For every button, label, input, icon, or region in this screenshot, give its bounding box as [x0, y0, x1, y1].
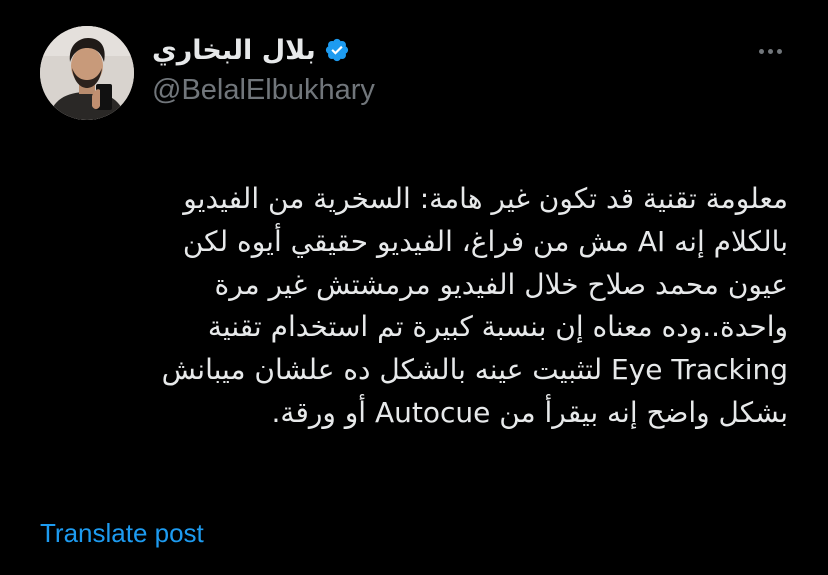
more-horizontal-icon [767, 48, 773, 54]
more-options-button[interactable] [750, 36, 790, 66]
translate-post-link[interactable]: Translate post [40, 518, 204, 549]
author-display-name[interactable]: بلال البخاري [152, 35, 316, 66]
verified-badge-icon [325, 38, 348, 62]
avatar[interactable] [40, 26, 134, 120]
more-horizontal-icon [776, 48, 782, 54]
post-text-line: بشكل واضح إنه بيقرأ من Autocue أو ورقة. [271, 395, 788, 429]
post-text-line: بالكلام إنه AI مش من فراغ، الفيديو حقيقي… [182, 224, 788, 258]
profile-photo-icon [40, 26, 134, 120]
post-text-line: معلومة تقنية قد تكون غير هامة: السخرية م… [183, 182, 788, 215]
author-name-row: بلال البخاري [152, 30, 350, 70]
post-text-line: واحدة..وده معناه إن بنسبة كبيرة تم استخد… [207, 310, 788, 344]
post-text-line: عيون محمد صلاح خلال الفيديو مرمشتش غير م… [214, 267, 788, 301]
post-text-line: Eye Tracking لتثبيت عينه بالشكل ده علشان… [161, 353, 788, 387]
more-horizontal-icon [758, 48, 764, 54]
author-handle[interactable]: @BelalElbukhary [152, 74, 375, 107]
post-text: معلومة تقنية قد تكون غير هامة: السخرية م… [40, 178, 788, 435]
